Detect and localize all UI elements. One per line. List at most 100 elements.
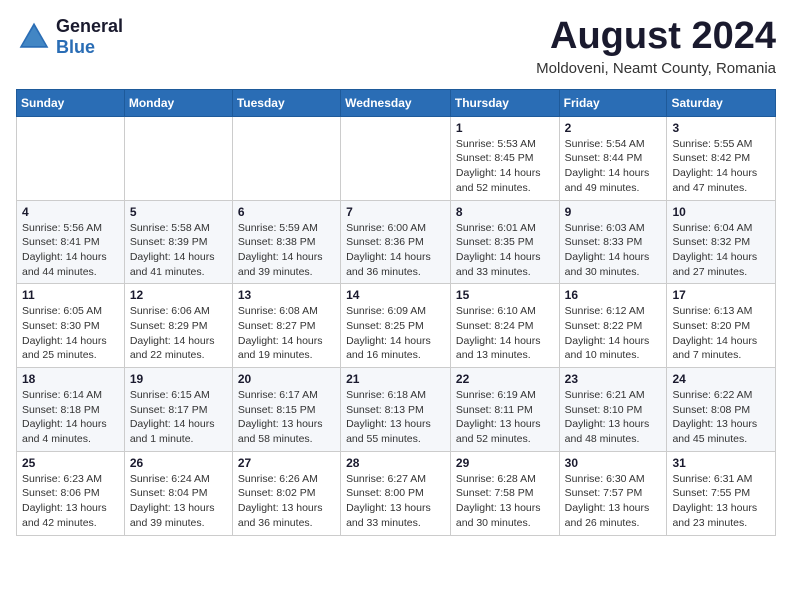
calendar-cell <box>17 116 125 200</box>
day-number: 15 <box>456 288 554 302</box>
calendar-cell: 6 Sunrise: 5:59 AM Sunset: 8:38 PM Daylig… <box>232 200 340 284</box>
calendar-day-header: Tuesday <box>232 89 340 116</box>
day-number: 22 <box>456 372 554 386</box>
calendar-cell: 8 Sunrise: 6:01 AM Sunset: 8:35 PM Daylig… <box>450 200 559 284</box>
day-info: Sunrise: 6:22 AM Sunset: 8:08 PM Dayligh… <box>672 388 770 447</box>
day-number: 25 <box>22 456 119 470</box>
day-info: Sunrise: 6:27 AM Sunset: 8:00 PM Dayligh… <box>346 472 445 531</box>
calendar-cell: 5Sunrise: 5:58 AM Sunset: 8:39 PM Daylig… <box>124 200 232 284</box>
calendar-cell: 30 Sunrise: 6:30 AM Sunset: 7:57 PM Dayli… <box>559 451 667 535</box>
logo-general: General <box>56 16 123 37</box>
day-info: Sunrise: 6:05 AM Sunset: 8:30 PM Dayligh… <box>22 304 119 363</box>
calendar-cell <box>232 116 340 200</box>
day-number: 16 <box>565 288 662 302</box>
day-number: 11 <box>22 288 119 302</box>
day-number: 6 <box>238 205 335 219</box>
day-info: Sunrise: 6:30 AM Sunset: 7:57 PM Dayligh… <box>565 472 662 531</box>
day-info: Sunrise: 6:03 AM Sunset: 8:33 PM Dayligh… <box>565 221 662 280</box>
day-number: 29 <box>456 456 554 470</box>
day-number: 12 <box>130 288 227 302</box>
calendar-cell: 24Sunrise: 6:22 AM Sunset: 8:08 PM Dayli… <box>667 368 776 452</box>
day-info: Sunrise: 6:19 AM Sunset: 8:11 PM Dayligh… <box>456 388 554 447</box>
calendar-cell: 15 Sunrise: 6:10 AM Sunset: 8:24 PM Dayli… <box>450 284 559 368</box>
calendar-cell <box>124 116 232 200</box>
calendar-cell: 10Sunrise: 6:04 AM Sunset: 8:32 PM Dayli… <box>667 200 776 284</box>
day-info: Sunrise: 6:17 AM Sunset: 8:15 PM Dayligh… <box>238 388 335 447</box>
day-info: Sunrise: 6:09 AM Sunset: 8:25 PM Dayligh… <box>346 304 445 363</box>
calendar-cell: 18 Sunrise: 6:14 AM Sunset: 8:18 PM Dayli… <box>17 368 125 452</box>
day-info: Sunrise: 6:13 AM Sunset: 8:20 PM Dayligh… <box>672 304 770 363</box>
calendar-table: SundayMondayTuesdayWednesdayThursdayFrid… <box>16 89 776 536</box>
day-info: Sunrise: 6:28 AM Sunset: 7:58 PM Dayligh… <box>456 472 554 531</box>
day-info: Sunrise: 6:14 AM Sunset: 8:18 PM Dayligh… <box>22 388 119 447</box>
day-number: 14 <box>346 288 445 302</box>
day-info: Sunrise: 6:00 AM Sunset: 8:36 PM Dayligh… <box>346 221 445 280</box>
day-number: 3 <box>672 121 770 135</box>
logo-blue: Blue <box>56 37 123 58</box>
day-number: 8 <box>456 205 554 219</box>
day-number: 4 <box>22 205 119 219</box>
day-info: Sunrise: 6:18 AM Sunset: 8:13 PM Dayligh… <box>346 388 445 447</box>
day-number: 7 <box>346 205 445 219</box>
day-number: 9 <box>565 205 662 219</box>
calendar-cell: 19Sunrise: 6:15 AM Sunset: 8:17 PM Dayli… <box>124 368 232 452</box>
calendar-day-header: Thursday <box>450 89 559 116</box>
logo-icon <box>16 19 52 55</box>
logo-text: General Blue <box>56 16 123 58</box>
calendar-day-header: Monday <box>124 89 232 116</box>
day-number: 26 <box>130 456 227 470</box>
logo: General Blue <box>16 16 123 58</box>
calendar-day-header: Wednesday <box>341 89 451 116</box>
calendar-cell <box>341 116 451 200</box>
day-number: 1 <box>456 121 554 135</box>
calendar-cell: 2 Sunrise: 5:54 AM Sunset: 8:44 PM Daylig… <box>559 116 667 200</box>
day-info: Sunrise: 5:55 AM Sunset: 8:42 PM Dayligh… <box>672 137 770 196</box>
day-info: Sunrise: 6:01 AM Sunset: 8:35 PM Dayligh… <box>456 221 554 280</box>
day-info: Sunrise: 6:26 AM Sunset: 8:02 PM Dayligh… <box>238 472 335 531</box>
calendar-cell: 4 Sunrise: 5:56 AM Sunset: 8:41 PM Daylig… <box>17 200 125 284</box>
calendar-cell: 21 Sunrise: 6:18 AM Sunset: 8:13 PM Dayli… <box>341 368 451 452</box>
day-info: Sunrise: 5:59 AM Sunset: 8:38 PM Dayligh… <box>238 221 335 280</box>
day-info: Sunrise: 5:54 AM Sunset: 8:44 PM Dayligh… <box>565 137 662 196</box>
day-number: 13 <box>238 288 335 302</box>
calendar-cell: 23 Sunrise: 6:21 AM Sunset: 8:10 PM Dayli… <box>559 368 667 452</box>
day-number: 18 <box>22 372 119 386</box>
calendar-cell: 25Sunrise: 6:23 AM Sunset: 8:06 PM Dayli… <box>17 451 125 535</box>
calendar-day-header: Friday <box>559 89 667 116</box>
day-info: Sunrise: 6:21 AM Sunset: 8:10 PM Dayligh… <box>565 388 662 447</box>
calendar-cell: 16 Sunrise: 6:12 AM Sunset: 8:22 PM Dayli… <box>559 284 667 368</box>
day-number: 30 <box>565 456 662 470</box>
day-number: 21 <box>346 372 445 386</box>
day-info: Sunrise: 5:56 AM Sunset: 8:41 PM Dayligh… <box>22 221 119 280</box>
calendar-cell: 28 Sunrise: 6:27 AM Sunset: 8:00 PM Dayli… <box>341 451 451 535</box>
calendar-cell: 20 Sunrise: 6:17 AM Sunset: 8:15 PM Dayli… <box>232 368 340 452</box>
calendar-cell: 3 Sunrise: 5:55 AM Sunset: 8:42 PM Daylig… <box>667 116 776 200</box>
day-number: 2 <box>565 121 662 135</box>
page-header: General Blue August 2024 Moldoveni, Neam… <box>16 16 776 77</box>
day-info: Sunrise: 6:12 AM Sunset: 8:22 PM Dayligh… <box>565 304 662 363</box>
day-number: 17 <box>672 288 770 302</box>
day-info: Sunrise: 6:24 AM Sunset: 8:04 PM Dayligh… <box>130 472 227 531</box>
day-number: 20 <box>238 372 335 386</box>
calendar-cell: 11 Sunrise: 6:05 AM Sunset: 8:30 PM Dayli… <box>17 284 125 368</box>
calendar-cell: 27Sunrise: 6:26 AM Sunset: 8:02 PM Dayli… <box>232 451 340 535</box>
calendar-cell: 31 Sunrise: 6:31 AM Sunset: 7:55 PM Dayli… <box>667 451 776 535</box>
day-info: Sunrise: 6:31 AM Sunset: 7:55 PM Dayligh… <box>672 472 770 531</box>
day-number: 28 <box>346 456 445 470</box>
calendar-cell: 26 Sunrise: 6:24 AM Sunset: 8:04 PM Dayli… <box>124 451 232 535</box>
day-info: Sunrise: 6:15 AM Sunset: 8:17 PM Dayligh… <box>130 388 227 447</box>
day-info: Sunrise: 6:10 AM Sunset: 8:24 PM Dayligh… <box>456 304 554 363</box>
calendar-cell: 9 Sunrise: 6:03 AM Sunset: 8:33 PM Daylig… <box>559 200 667 284</box>
calendar-day-header: Saturday <box>667 89 776 116</box>
day-info: Sunrise: 5:58 AM Sunset: 8:39 PM Dayligh… <box>130 221 227 280</box>
calendar-day-header: Sunday <box>17 89 125 116</box>
calendar-cell: 17 Sunrise: 6:13 AM Sunset: 8:20 PM Dayli… <box>667 284 776 368</box>
calendar-cell: 1 Sunrise: 5:53 AM Sunset: 8:45 PM Daylig… <box>450 116 559 200</box>
calendar-cell: 22 Sunrise: 6:19 AM Sunset: 8:11 PM Dayli… <box>450 368 559 452</box>
day-number: 31 <box>672 456 770 470</box>
location: Moldoveni, Neamt County, Romania <box>536 60 776 77</box>
day-number: 23 <box>565 372 662 386</box>
calendar-cell: 29 Sunrise: 6:28 AM Sunset: 7:58 PM Dayli… <box>450 451 559 535</box>
month-year: August 2024 <box>536 16 776 58</box>
day-info: Sunrise: 5:53 AM Sunset: 8:45 PM Dayligh… <box>456 137 554 196</box>
